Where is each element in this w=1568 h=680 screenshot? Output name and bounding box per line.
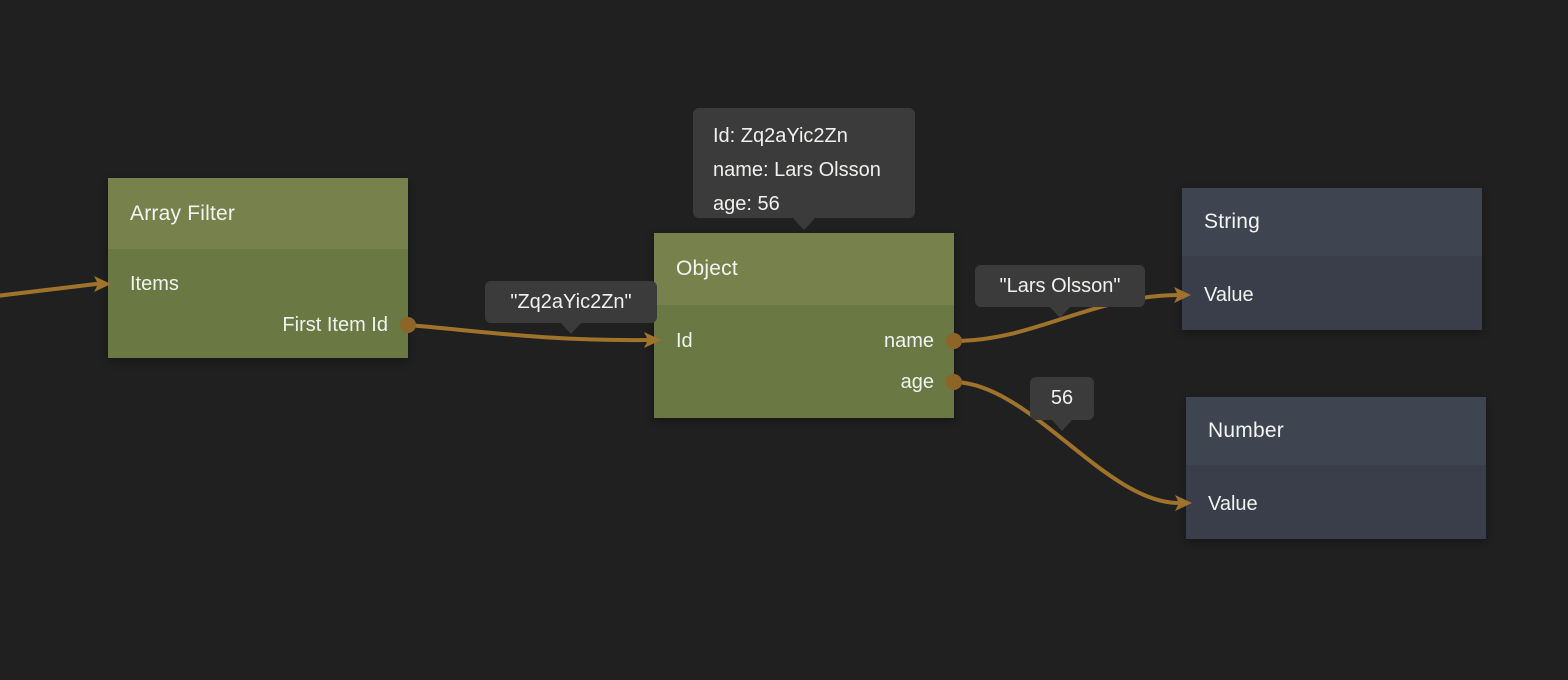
wire-offscreen-to-items[interactable] [0,284,96,297]
tooltip-line-age: age: 56 [713,187,897,221]
output-port-name[interactable] [946,333,962,349]
wire-value-bubble-age: 56 [1030,377,1094,420]
output-port-age[interactable] [946,374,962,390]
object-preview-tooltip: Id: Zq2aYic2Zn name: Lars Olsson age: 56 [693,108,915,218]
node-editor-canvas[interactable]: Array Filter Items First Item Id Object … [0,0,1568,680]
tooltip-line-name: name: Lars Olsson [713,153,897,187]
wire-value-text: 56 [1051,387,1073,410]
wire-first-item-id-to-id[interactable] [408,325,648,340]
wire-value-text: "Zq2aYic2Zn" [510,291,631,314]
wire-value-bubble-name: "Lars Olsson" [975,265,1145,307]
tooltip-line-id: Id: Zq2aYic2Zn [713,119,897,153]
wire-value-bubble-id: "Zq2aYic2Zn" [485,281,657,323]
wire-layer [0,0,1568,680]
wire-value-text: "Lars Olsson" [1000,275,1121,298]
output-port-first-item-id[interactable] [400,317,416,333]
